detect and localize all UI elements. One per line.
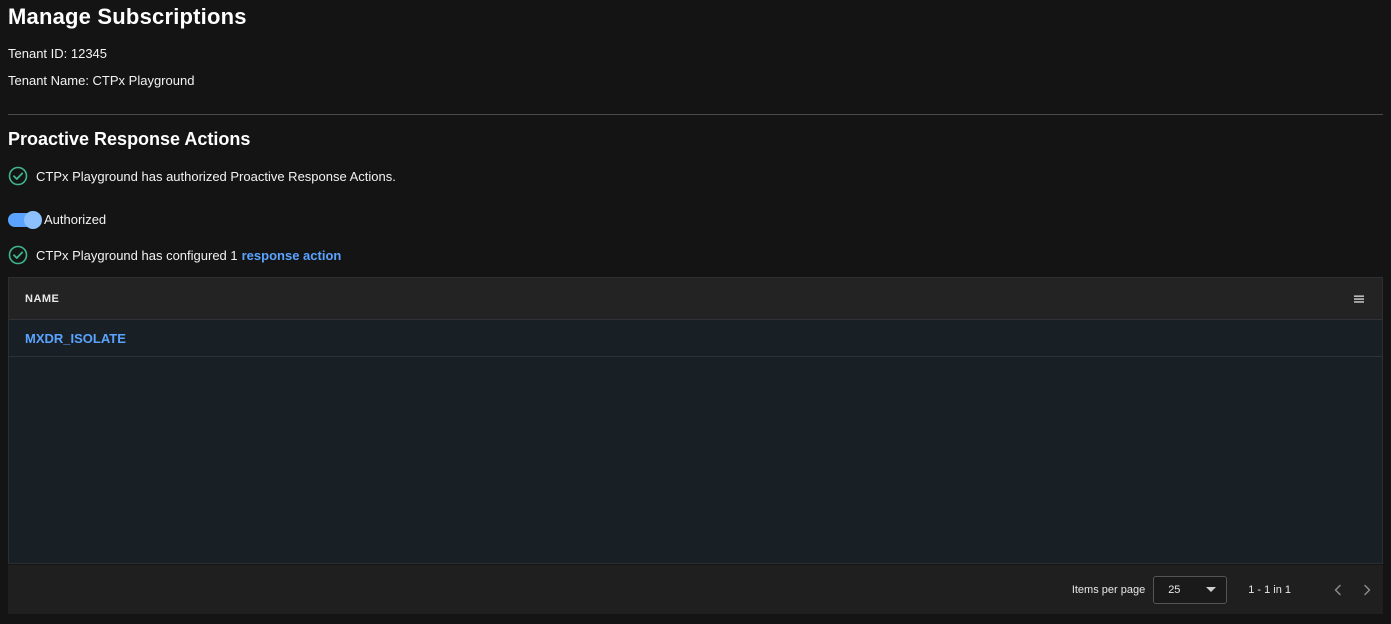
table-header: NAME	[9, 278, 1382, 320]
tenant-name: Tenant Name: CTPx Playground	[8, 73, 195, 88]
page-title: Manage Subscriptions	[8, 4, 247, 29]
authorized-status: CTPx Playground has authorized Proactive…	[8, 166, 396, 186]
pagination-bar: Items per page 25 1 - 1 in 1	[8, 565, 1383, 614]
toggle-label: Authorized	[44, 212, 107, 227]
toggle-knob	[24, 210, 42, 229]
row-name-link[interactable]: MXDR_ISOLATE	[25, 331, 126, 346]
authorized-toggle[interactable]	[8, 210, 42, 229]
chevron-left-icon[interactable]	[1328, 580, 1348, 600]
section-divider	[8, 114, 1383, 115]
menu-icon[interactable]	[1352, 292, 1366, 306]
tenant-id: Tenant ID: 12345	[8, 46, 108, 61]
chevron-right-icon[interactable]	[1357, 580, 1377, 600]
caret-down-icon	[1206, 587, 1217, 592]
section-title: Proactive Response Actions	[8, 129, 251, 149]
items-per-page-label: Items per page	[1071, 583, 1146, 596]
response-action-link[interactable]: response action	[242, 248, 342, 263]
items-per-page-select[interactable]: 25	[1153, 575, 1228, 604]
check-circle-icon	[8, 166, 28, 186]
configured-status: CTPx Playground has configured 1 respons…	[8, 245, 341, 265]
configured-message: CTPx Playground has configured 1	[36, 247, 238, 263]
items-per-page-value: 25	[1168, 583, 1181, 596]
pagination-range: 1 - 1 in 1	[1248, 583, 1291, 596]
response-actions-table: NAME MXDR_ISOLATE	[8, 277, 1383, 564]
check-circle-icon	[8, 245, 28, 265]
authorized-toggle-row: Authorized	[8, 210, 107, 229]
manage-subscriptions-page: Manage Subscriptions Tenant ID: 12345 Te…	[0, 0, 1391, 624]
column-header-name[interactable]: NAME	[25, 293, 59, 305]
authorized-message: CTPx Playground has authorized Proactive…	[36, 168, 396, 184]
table-row: MXDR_ISOLATE	[9, 320, 1382, 357]
